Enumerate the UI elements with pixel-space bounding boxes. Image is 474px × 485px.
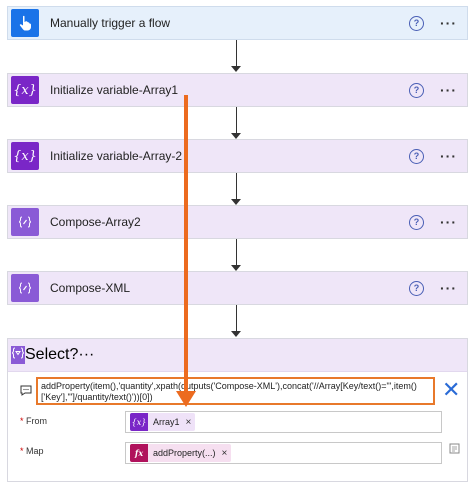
step-card-compose-xml[interactable]: Compose-XML ? ··· xyxy=(7,271,468,305)
annotation-arrow-line xyxy=(184,95,188,395)
more-options-icon[interactable]: ··· xyxy=(78,346,94,364)
connector-line xyxy=(236,305,237,331)
token-label: addProperty(...) xyxy=(153,448,216,458)
token-label: Array1 xyxy=(153,417,180,427)
expression-input[interactable]: addProperty(item(),'quantity',xpath(outp… xyxy=(36,377,435,405)
help-icon[interactable]: ? xyxy=(409,280,424,296)
step-title: Compose-XML xyxy=(50,281,131,295)
more-options-icon[interactable]: ··· xyxy=(440,149,457,163)
step-title: Compose-Array2 xyxy=(50,215,141,229)
select-header[interactable]: Select ? ··· xyxy=(8,339,467,372)
more-options-icon[interactable]: ··· xyxy=(440,16,457,30)
close-icon[interactable]: ✕ xyxy=(442,379,460,401)
help-icon[interactable]: ? xyxy=(409,148,424,164)
connector-line xyxy=(236,40,237,66)
remove-token-icon[interactable]: × xyxy=(222,448,228,459)
map-field[interactable]: fx addProperty(...) × xyxy=(125,442,442,464)
step-card-initialize-variable-array-2[interactable]: {𝑥} Initialize variable-Array-2 ? ··· xyxy=(7,139,468,173)
help-icon[interactable]: ? xyxy=(409,15,424,31)
from-field[interactable]: {𝑥} Array1 × xyxy=(125,411,442,433)
more-options-icon[interactable]: ··· xyxy=(440,83,457,97)
step-title: Select xyxy=(25,346,70,363)
variable-icon: {𝑥} xyxy=(11,142,39,170)
remove-token-icon[interactable]: × xyxy=(186,417,192,428)
help-icon[interactable]: ? xyxy=(409,82,424,98)
compose-icon xyxy=(11,208,39,236)
from-label: * From xyxy=(20,416,48,426)
connector-line xyxy=(236,239,237,265)
map-label: * Map xyxy=(20,446,44,456)
help-icon[interactable]: ? xyxy=(409,214,424,230)
switch-to-text-mode-icon[interactable] xyxy=(449,443,460,457)
step-card-initialize-variable-array1[interactable]: {𝑥} Initialize variable-Array1 ? ··· xyxy=(7,73,468,107)
variable-icon: {𝑥} xyxy=(11,76,39,104)
connector-arrow-icon xyxy=(231,331,241,337)
function-icon: fx xyxy=(130,444,148,462)
connector-line xyxy=(236,173,237,199)
select-icon xyxy=(11,346,25,364)
select-action-panel: Select ? ··· addProperty(item(),'quantit… xyxy=(7,338,468,482)
more-options-icon[interactable]: ··· xyxy=(440,215,457,229)
connector-arrow-icon xyxy=(231,66,241,72)
help-icon[interactable]: ? xyxy=(69,346,78,364)
step-title: Initialize variable-Array-2 xyxy=(50,149,183,163)
annotation-arrow-head-icon xyxy=(176,391,196,407)
step-card-compose-array2[interactable]: Compose-Array2 ? ··· xyxy=(7,205,468,239)
connector-line xyxy=(236,107,237,133)
step-title: Initialize variable-Array1 xyxy=(50,83,179,97)
compose-icon xyxy=(11,274,39,302)
hand-pointer-icon xyxy=(11,9,39,37)
addproperty-token[interactable]: fx addProperty(...) × xyxy=(130,444,232,462)
step-title: Manually trigger a flow xyxy=(50,16,171,30)
array1-token[interactable]: {𝑥} Array1 × xyxy=(130,413,196,431)
variable-icon: {𝑥} xyxy=(130,413,148,431)
trigger-card[interactable]: Manually trigger a flow ? ··· xyxy=(7,6,468,40)
more-options-icon[interactable]: ··· xyxy=(440,281,457,295)
comment-icon[interactable] xyxy=(20,385,32,399)
